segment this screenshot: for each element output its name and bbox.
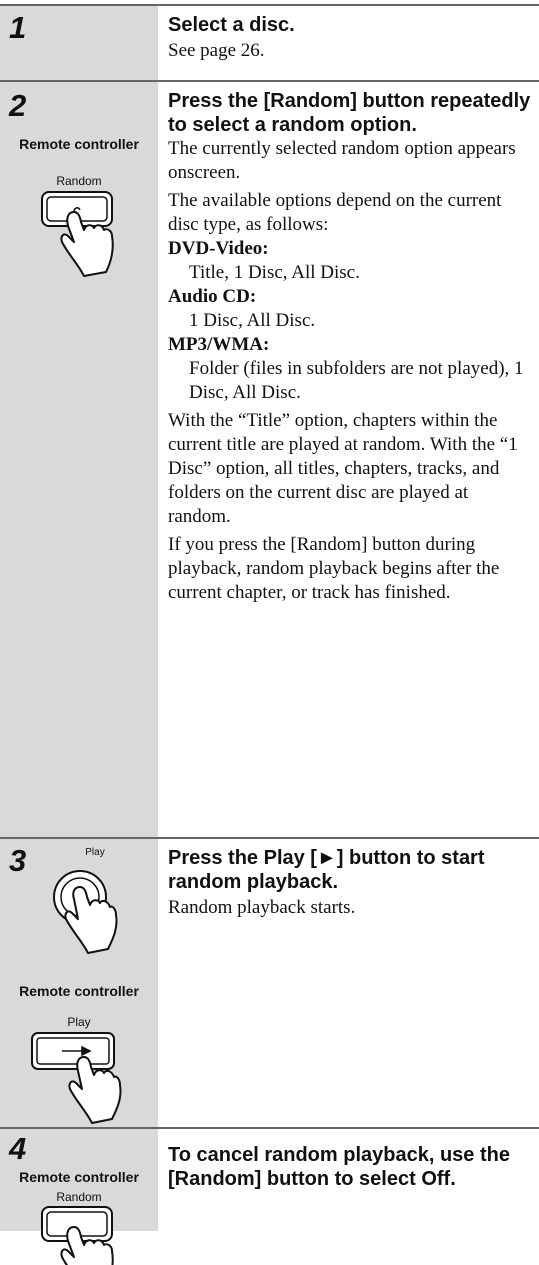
step-heading: Select a disc. — [168, 14, 295, 36]
step-1-content: Select a disc. See page 26. — [158, 6, 539, 80]
remote-play-label: Play — [67, 1015, 91, 1029]
step-3-content: Press the Play [►] button to start rando… — [158, 839, 539, 1127]
unit-play-button-press-icon — [53, 870, 118, 954]
disc-type-label: DVD-Video: — [168, 238, 269, 259]
paragraph: The available options depend on the curr… — [168, 190, 502, 235]
unit-play-label: Play — [85, 847, 105, 858]
step-1-sidebar: 1 — [0, 6, 158, 80]
step-4-content: To cancel random playback, use the [Rand… — [158, 1129, 539, 1231]
manual-page: 1 Select a disc. See page 26. 2 Remote c… — [0, 0, 539, 1265]
disc-type-label: Audio CD: — [168, 286, 257, 307]
step-heading: Press the Play [►] button to start rando… — [168, 847, 485, 893]
random-button-label: Random — [56, 174, 102, 188]
paragraph: If you press the [Random] button during … — [168, 534, 500, 603]
step-text: See page 26. — [168, 40, 265, 61]
step-2-sidebar: 2 Remote controller Random — [0, 82, 158, 837]
paragraph: The currently selected random option app… — [168, 138, 516, 183]
step-text: Random playback starts. — [168, 897, 356, 918]
step-4-sidebar: 4 Remote controller Random — [0, 1129, 158, 1265]
step-2-content: Press the [Random] button repeatedly to … — [158, 82, 539, 837]
random-button-press-icon — [41, 1206, 114, 1265]
step-number: 1 — [9, 10, 27, 45]
remote-controller-label: Remote controller — [19, 983, 139, 999]
step-1: 1 Select a disc. See page 26. — [0, 4, 539, 80]
remote-controller-label: Remote controller — [19, 1169, 139, 1185]
random-button-press-icon — [41, 191, 114, 277]
random-button-label: Random — [56, 1190, 102, 1204]
step-3: 3 Play Remote controller Play Press the … — [0, 837, 539, 1127]
step-3-sidebar: 3 Play Remote controller Play — [0, 839, 158, 1127]
paragraph: With the “Title” option, chapters within… — [168, 410, 518, 527]
remote-controller-label: Remote controller — [19, 136, 139, 152]
disc-type-options: 1 Disc, All Disc. — [189, 310, 316, 331]
step-heading: To cancel random playback, use the [Rand… — [168, 1144, 510, 1190]
step-number: 4 — [9, 1131, 27, 1166]
step-4: 4 Remote controller Random To cancel ran… — [0, 1127, 539, 1265]
disc-type-options: Title, 1 Disc, All Disc. — [189, 262, 360, 283]
remote-play-button-press-icon — [31, 1032, 122, 1124]
step-number: 2 — [9, 88, 27, 123]
step-body: The currently selected random option app… — [168, 137, 531, 605]
step-2: 2 Remote controller Random Press the [Ra… — [0, 80, 539, 837]
disc-type-options: Folder (files in subfolders are not play… — [189, 358, 524, 403]
disc-type-label: MP3/WMA: — [168, 334, 270, 355]
step-heading: Press the [Random] button repeatedly to … — [168, 90, 531, 136]
